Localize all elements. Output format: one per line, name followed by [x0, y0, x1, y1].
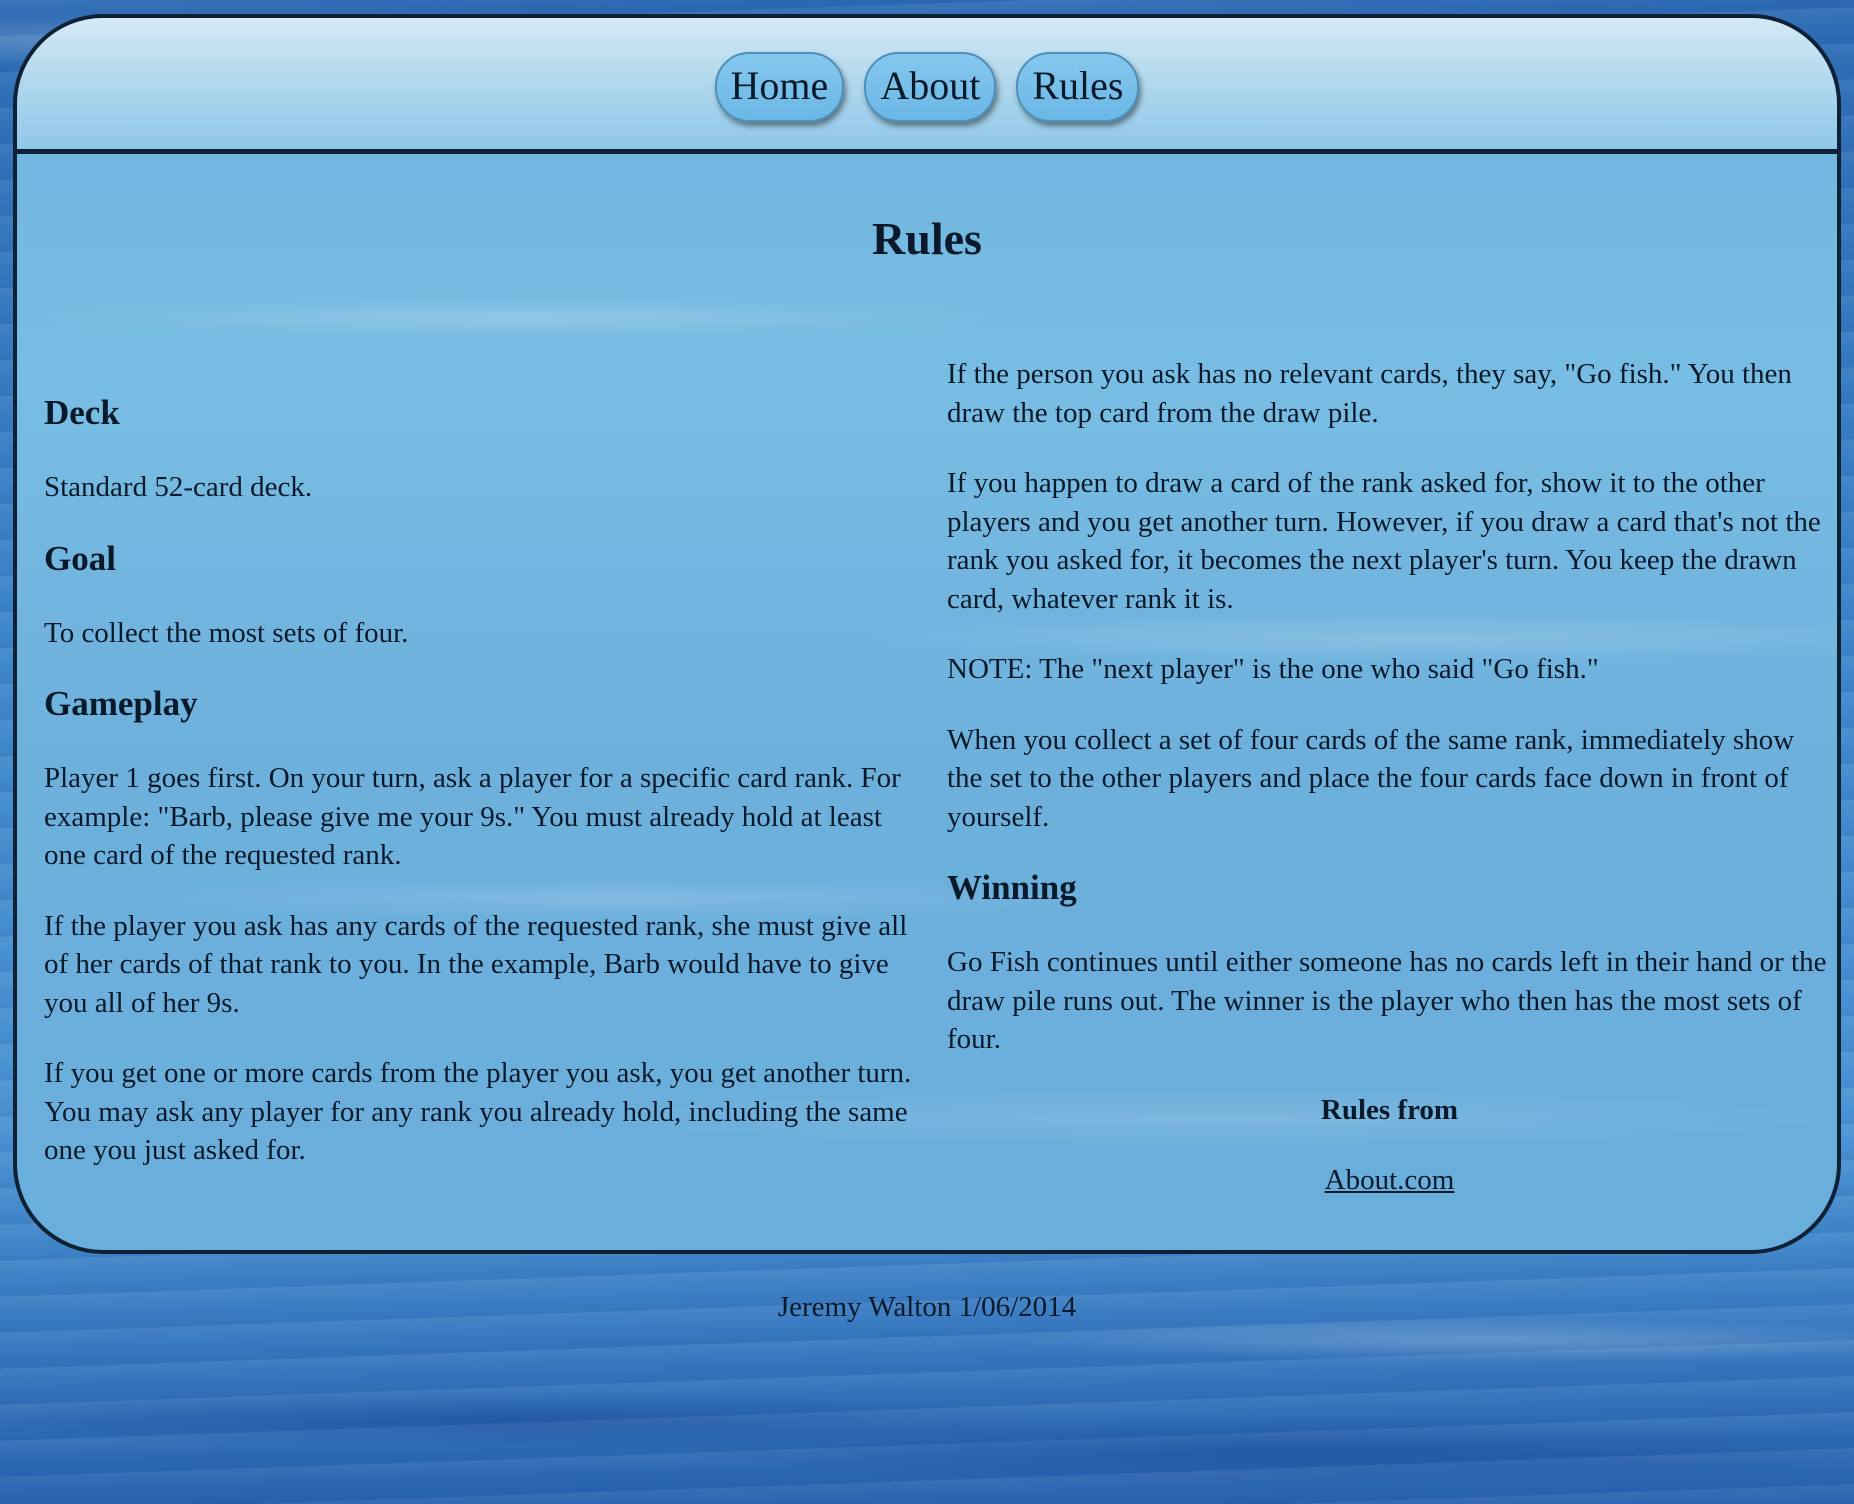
gameplay-paragraph: When you collect a set of four cards of … — [947, 723, 1795, 833]
goal-text: To collect the most sets of four. — [44, 616, 409, 649]
gameplay-paragraph: If you get one or more cards from the pl… — [44, 1057, 912, 1166]
rules-credit: Rules from About.com — [947, 1091, 1832, 1200]
rules-left-column: Deck Standard 52-card deck. Goal To coll… — [44, 393, 924, 1170]
gameplay-paragraph: Player 1 goes first. On your turn, ask a… — [44, 762, 901, 871]
credit-title: Rules from — [1320, 1093, 1459, 1126]
note-paragraph: NOTE: The "next player" is the one who s… — [947, 653, 1599, 685]
goal-heading: Goal — [44, 538, 116, 578]
nav-about-button[interactable]: About — [864, 52, 997, 122]
footer-credit: Jeremy Walton 1/06/2014 — [777, 1291, 1077, 1323]
winning-text: Go Fish continues until either someone h… — [947, 946, 1827, 1055]
about-com-link[interactable]: About.com — [1325, 1164, 1455, 1196]
page-title: Rules — [872, 213, 982, 264]
winning-heading: Winning — [947, 868, 1077, 907]
gameplay-paragraph: If you happen to draw a card of the rank… — [947, 467, 1821, 615]
nav-rules-button[interactable]: Rules — [1016, 52, 1140, 122]
gameplay-paragraph: If the person you ask has no relevant ca… — [947, 358, 1792, 429]
gameplay-heading: Gameplay — [44, 684, 198, 723]
rules-right-column: If the person you ask has no relevant ca… — [947, 355, 1832, 1200]
header: Home About Rules — [17, 18, 1837, 154]
nav-bar: Home About Rules — [17, 52, 1837, 122]
deck-heading: Deck — [44, 393, 120, 432]
main-panel: Home About Rules Rules Deck Standard 52-ca… — [13, 14, 1841, 1254]
nav-home-button[interactable]: Home — [714, 52, 845, 122]
gameplay-paragraph: If the player you ask has any cards of t… — [44, 909, 908, 1019]
deck-text: Standard 52-card deck. — [44, 471, 313, 503]
